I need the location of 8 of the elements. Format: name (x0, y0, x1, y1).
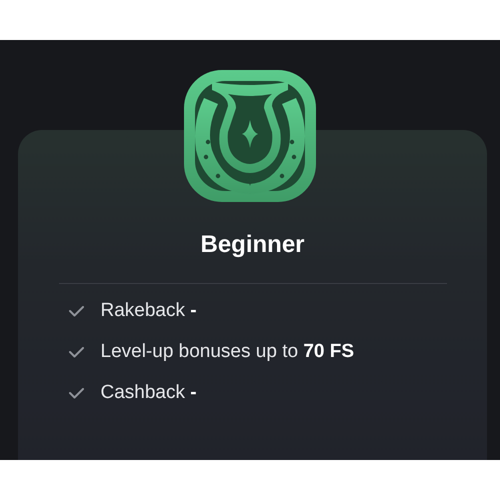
perk-text: Cashback - (100, 381, 197, 405)
check-icon (68, 388, 84, 398)
horseshoe-icon (184, 70, 316, 202)
perk-text: Level-up bonuses up to 70 FS (100, 340, 354, 364)
perk-text: Rakeback - (100, 299, 197, 323)
tier-title: Beginner (200, 231, 304, 259)
check-icon (68, 306, 84, 316)
check-icon (68, 346, 84, 358)
